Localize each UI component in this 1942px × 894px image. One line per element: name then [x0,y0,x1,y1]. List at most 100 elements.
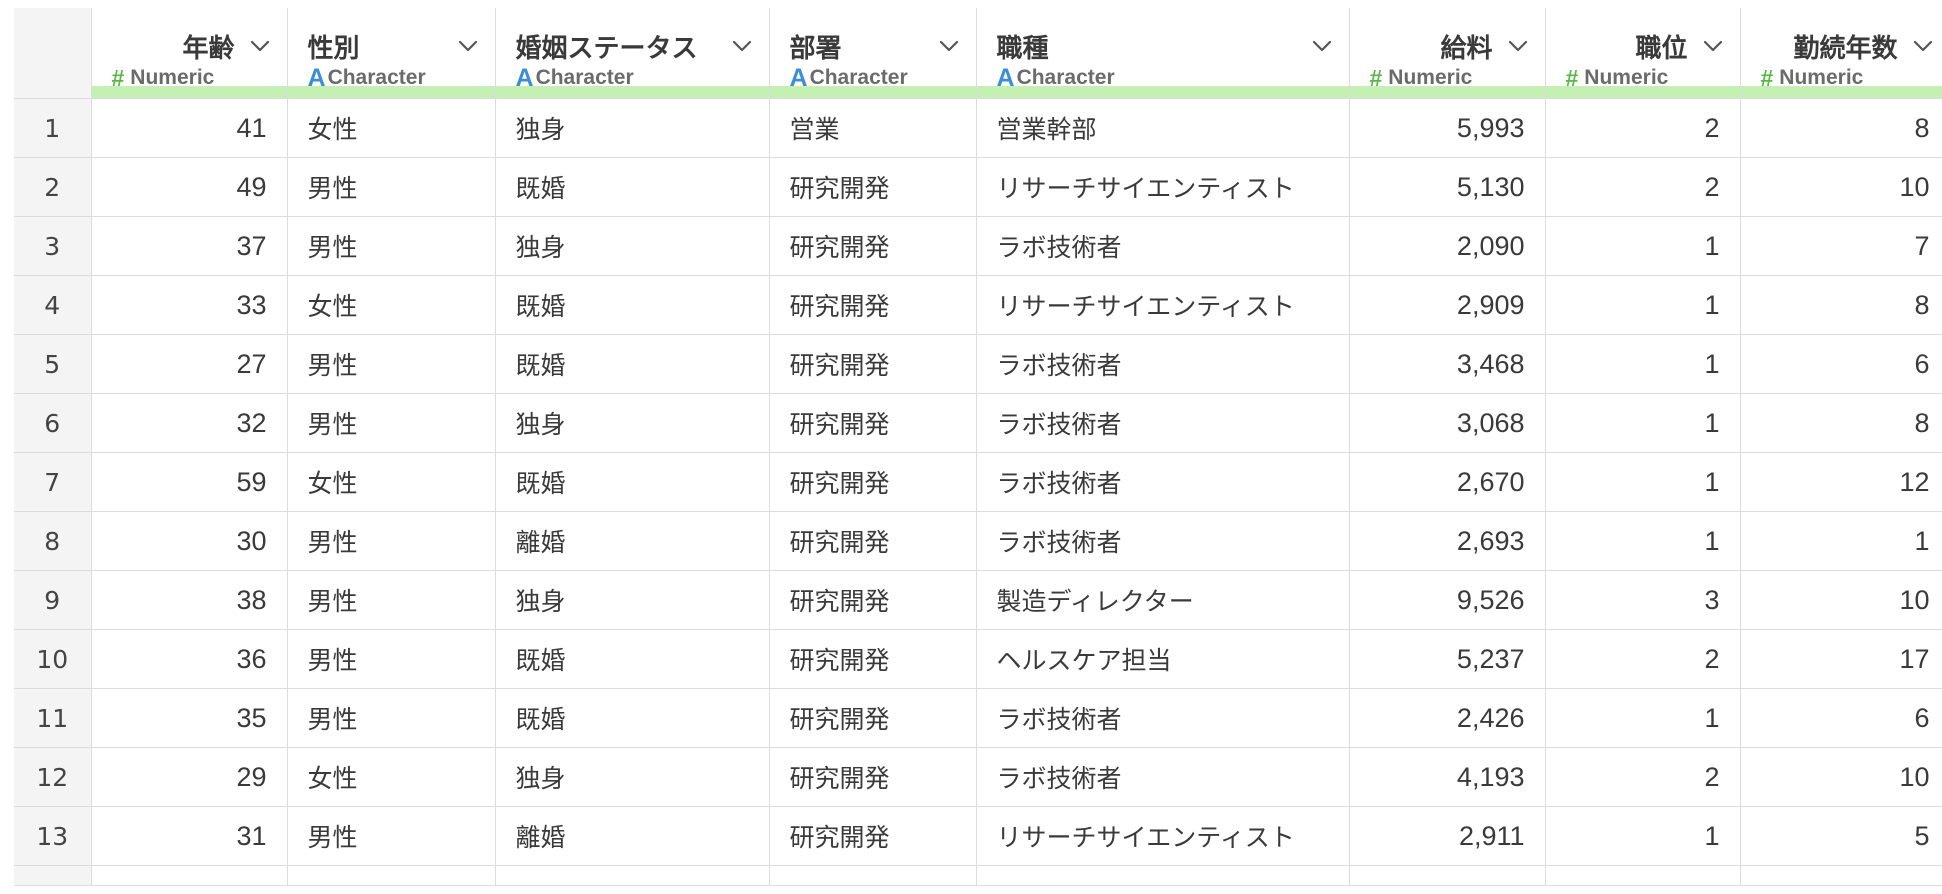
table-cell[interactable]: 女性 [286,747,496,807]
table-row[interactable]: 9 38 男性 独身 研究開発 製造ディレクター 9,526 3 10 [14,570,1942,630]
table-cell[interactable]: 8 [1739,98,1942,158]
table-cell[interactable]: ラボ技術者 [975,393,1350,453]
table-cell[interactable]: 33 [90,275,288,335]
table-cell[interactable]: 男性 [286,157,496,217]
table-cell[interactable]: 営業幹部 [975,98,1350,158]
table-cell[interactable]: 1 [1544,806,1741,866]
table-row[interactable]: 13 31 男性 離婚 研究開発 リサーチサイエンティスト 2,911 1 5 [14,806,1942,866]
table-cell[interactable]: 1 [1544,511,1741,571]
table-cell[interactable]: 製造ディレクター [975,570,1350,630]
table-cell[interactable]: 1 [1544,452,1741,512]
table-cell[interactable]: 2,911 [1348,806,1546,866]
table-cell[interactable]: 研究開発 [768,334,977,394]
table-cell[interactable]: 27 [90,334,288,394]
table-cell[interactable]: 29 [90,747,288,807]
table-cell[interactable]: ラボ技術者 [975,452,1350,512]
table-cell[interactable]: リサーチサイエンティスト [975,275,1350,335]
table-cell[interactable]: 2 [1544,629,1741,689]
table-cell[interactable]: 既婚 [494,688,770,748]
table-cell[interactable]: 研究開発 [768,806,977,866]
table-cell[interactable]: 研究開発 [768,216,977,276]
table-cell[interactable]: 8 [1739,275,1942,335]
table-row[interactable]: 11 35 男性 既婚 研究開発 ラボ技術者 2,426 1 6 [14,688,1942,748]
chevron-down-icon[interactable] [727,36,757,56]
table-cell[interactable]: 研究開発 [768,747,977,807]
chevron-down-icon[interactable] [453,36,483,56]
table-cell[interactable]: 研究開発 [768,275,977,335]
table-row[interactable]: 5 27 男性 既婚 研究開発 ラボ技術者 3,468 1 6 [14,334,1942,394]
table-cell[interactable]: 31 [90,806,288,866]
table-cell[interactable]: 59 [90,452,288,512]
table-row[interactable]: 8 30 男性 離婚 研究開発 ラボ技術者 2,693 1 1 [14,511,1942,571]
table-cell[interactable]: 5,237 [1348,629,1546,689]
chevron-down-icon[interactable] [934,36,964,56]
table-cell[interactable]: 8 [1739,393,1942,453]
table-cell[interactable]: 既婚 [494,275,770,335]
table-row[interactable]: 6 32 男性 独身 研究開発 ラボ技術者 3,068 1 8 [14,393,1942,453]
table-cell[interactable]: 独身 [494,747,770,807]
table-cell[interactable]: 男性 [286,629,496,689]
table-cell[interactable]: 2,090 [1348,216,1546,276]
table-cell[interactable]: 5 [1739,806,1942,866]
table-cell[interactable]: 2,426 [1348,688,1546,748]
table-cell[interactable]: 離婚 [494,806,770,866]
table-row[interactable]: 1 41 女性 独身 営業 営業幹部 5,993 2 8 [14,98,1942,158]
table-cell[interactable]: ヘルスケア担当 [975,629,1350,689]
column-header[interactable]: 職位 # Numeric [1544,8,1741,99]
table-cell[interactable]: 7 [1739,216,1942,276]
table-cell[interactable]: 研究開発 [768,157,977,217]
table-cell[interactable]: 37 [90,216,288,276]
chevron-down-icon[interactable] [1698,36,1728,56]
table-cell[interactable]: 10 [1739,570,1942,630]
column-header[interactable]: 婚姻ステータス A Character [494,8,770,99]
table-cell[interactable]: 男性 [286,216,496,276]
table-cell[interactable]: ラボ技術者 [975,688,1350,748]
table-cell[interactable]: 2,670 [1348,452,1546,512]
table-cell[interactable]: 1 [1544,216,1741,276]
table-cell[interactable]: 男性 [286,806,496,866]
table-cell[interactable]: 10 [1739,157,1942,217]
table-row[interactable]: 12 29 女性 独身 研究開発 ラボ技術者 4,193 2 10 [14,747,1942,807]
table-cell[interactable]: 49 [90,157,288,217]
table-cell[interactable]: 35 [90,688,288,748]
table-cell[interactable]: ラボ技術者 [975,216,1350,276]
table-cell[interactable]: 17 [1739,629,1942,689]
table-cell[interactable]: 研究開発 [768,570,977,630]
table-cell[interactable]: ラボ技術者 [975,511,1350,571]
table-cell[interactable]: 1 [1544,688,1741,748]
column-header[interactable]: 年齢 # Numeric [90,8,288,99]
table-cell[interactable]: リサーチサイエンティスト [975,157,1350,217]
table-cell[interactable]: 10 [1739,747,1942,807]
column-header[interactable]: 部署 A Character [768,8,977,99]
table-cell[interactable]: 1 [1544,334,1741,394]
table-cell[interactable]: 3 [1544,570,1741,630]
table-cell[interactable]: 研究開発 [768,452,977,512]
table-cell[interactable]: ラボ技術者 [975,747,1350,807]
table-row[interactable]: 2 49 男性 既婚 研究開発 リサーチサイエンティスト 5,130 2 10 [14,157,1942,217]
table-cell[interactable]: 既婚 [494,334,770,394]
table-cell[interactable]: 2 [1544,747,1741,807]
table-cell[interactable]: 独身 [494,216,770,276]
table-row[interactable]: 10 36 男性 既婚 研究開発 ヘルスケア担当 5,237 2 17 [14,629,1942,689]
table-cell[interactable]: 1 [1544,393,1741,453]
table-cell[interactable]: 研究開発 [768,688,977,748]
table-cell[interactable]: 独身 [494,393,770,453]
table-cell[interactable]: 3,468 [1348,334,1546,394]
table-cell[interactable]: 離婚 [494,511,770,571]
table-cell[interactable]: 独身 [494,570,770,630]
table-row[interactable]: 3 37 男性 独身 研究開発 ラボ技術者 2,090 1 7 [14,216,1942,276]
column-header[interactable]: 性別 A Character [286,8,496,99]
table-cell[interactable]: 36 [90,629,288,689]
table-cell[interactable]: 男性 [286,393,496,453]
table-cell[interactable]: 研究開発 [768,511,977,571]
table-row[interactable]: 7 59 女性 既婚 研究開発 ラボ技術者 2,670 1 12 [14,452,1942,512]
table-cell[interactable]: 1 [1544,275,1741,335]
table-row[interactable]: 4 33 女性 既婚 研究開発 リサーチサイエンティスト 2,909 1 8 [14,275,1942,335]
table-cell[interactable]: 男性 [286,511,496,571]
table-cell[interactable]: 32 [90,393,288,453]
table-cell[interactable]: 男性 [286,334,496,394]
table-cell[interactable]: 6 [1739,334,1942,394]
table-cell[interactable]: 男性 [286,688,496,748]
table-cell[interactable]: 営業 [768,98,977,158]
table-cell[interactable]: 6 [1739,688,1942,748]
